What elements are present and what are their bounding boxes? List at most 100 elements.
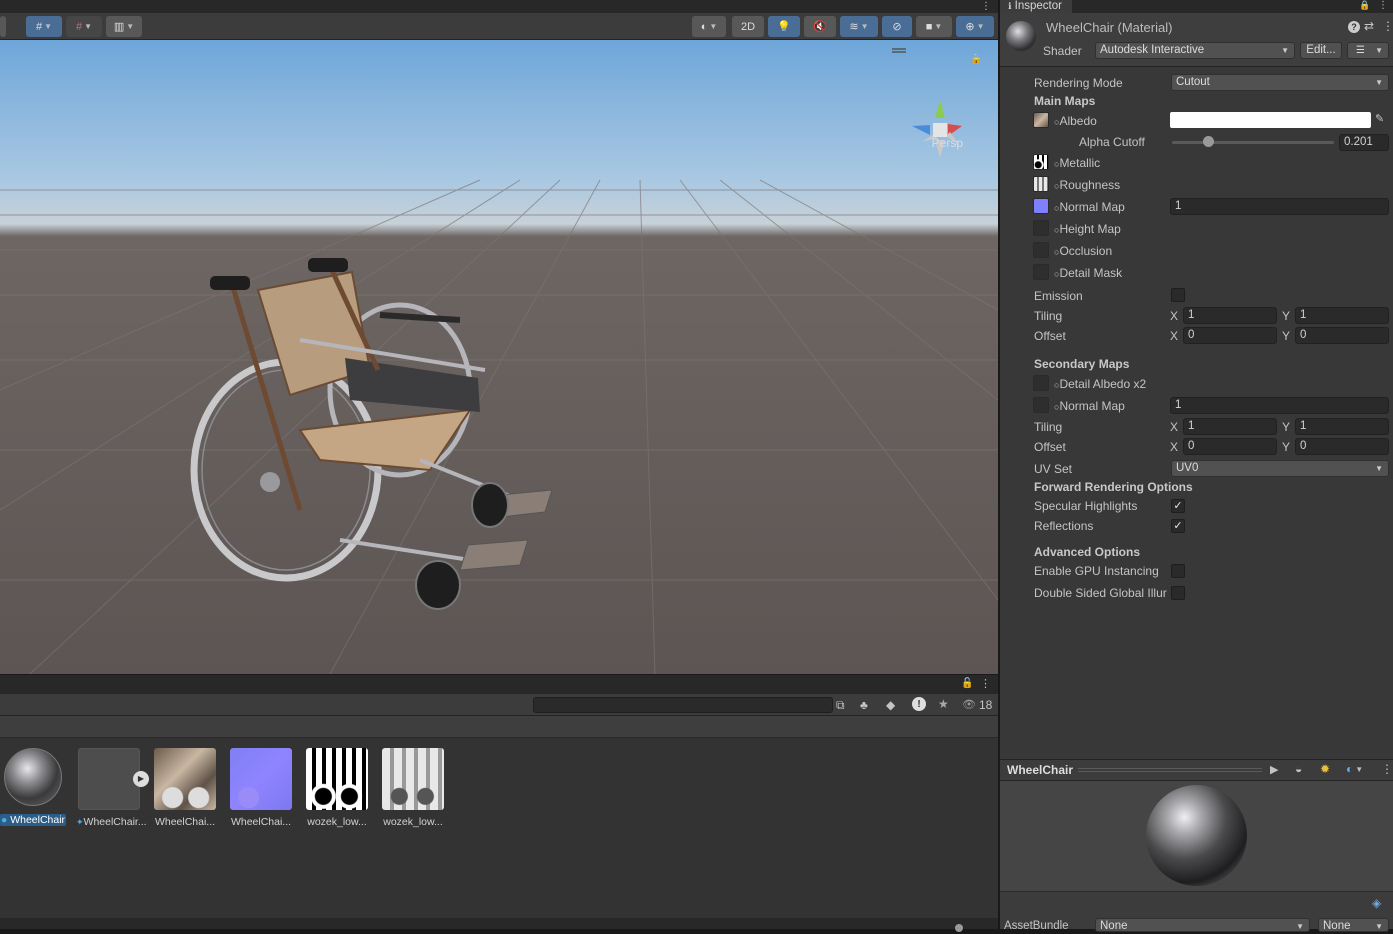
secondary-offset-y-input[interactable]: 0 — [1295, 438, 1389, 455]
more-options-icon[interactable]: ⋮ — [980, 0, 992, 13]
wheelchair-model[interactable] — [190, 258, 553, 610]
grid-snapping-toggle[interactable] — [0, 16, 6, 37]
hidden-packages-icon[interactable]: 👁 — [962, 698, 976, 711]
lighting-toggle-button[interactable]: 💡 — [768, 16, 800, 37]
detail-albedo-texture-slot[interactable] — [1033, 375, 1049, 391]
material-inspector-body: Rendering Mode Cutout ▼ Main Maps ○Albedo… — [1000, 67, 1393, 759]
label-tag-icon[interactable]: ◈ — [1372, 896, 1381, 910]
camera-settings-button[interactable]: ■ ▼ — [916, 16, 952, 37]
effects-button[interactable]: ≋ ▼ — [840, 16, 878, 37]
gpu-instancing-checkbox[interactable] — [1171, 564, 1185, 578]
more-options-icon[interactable]: ⋮ — [1382, 19, 1393, 33]
preview-shape-dropdown-icon[interactable]: ◐ ▼ — [1346, 762, 1363, 776]
tiling-x-input[interactable]: 1 — [1183, 307, 1277, 324]
asset-item-normal-texture[interactable]: WheelChai... — [228, 748, 294, 828]
preview-sphere-icon[interactable]: ◒ — [1295, 762, 1302, 776]
reflections-checkbox[interactable]: ✓ — [1171, 519, 1185, 533]
specular-highlights-checkbox[interactable]: ✓ — [1171, 499, 1185, 513]
asset-item-albedo-texture[interactable]: WheelChai... — [152, 748, 218, 828]
preset-sliders-icon[interactable]: ⇄ — [1364, 19, 1374, 33]
asset-item-material[interactable]: ● WheelChair — [0, 748, 66, 826]
increment-snap-button[interactable]: ▥ ▼ — [106, 16, 142, 37]
secondary-offset-x-input[interactable]: 0 — [1183, 438, 1277, 455]
favorite-star-icon[interactable]: ★ — [938, 697, 949, 711]
albedo-texture-slot[interactable] — [1033, 112, 1049, 128]
normal-map-label: Normal Map — [1059, 200, 1125, 214]
assetbundle-variant-dropdown[interactable]: None ▼ — [1318, 918, 1389, 932]
gizmos-button[interactable]: ⊕ ▼ — [956, 16, 994, 37]
alpha-cutoff-slider-handle[interactable] — [1203, 136, 1214, 147]
alpha-cutoff-slider-track[interactable] — [1172, 141, 1334, 144]
asset-item-model[interactable]: ▶ ✦WheelChair... — [76, 748, 149, 828]
metallic-label: Metallic — [1059, 156, 1101, 170]
eyedropper-icon[interactable]: ✎ — [1375, 112, 1384, 125]
tiling-y-input[interactable]: 1 — [1295, 307, 1389, 324]
2d-mode-button[interactable]: 2D — [732, 16, 764, 37]
secondary-tiling-y-input[interactable]: 1 — [1295, 418, 1389, 435]
lock-icon[interactable]: 🔒 — [1359, 0, 1370, 11]
help-icon[interactable]: ? — [1348, 21, 1360, 33]
grid-visibility-button[interactable]: # ▼ — [26, 16, 62, 37]
material-preview-area[interactable] — [1000, 781, 1393, 891]
uv-set-dropdown[interactable]: UV0 ▼ — [1171, 460, 1389, 477]
offset-y-input[interactable]: 0 — [1295, 327, 1389, 344]
offset-x-input[interactable]: 0 — [1183, 327, 1277, 344]
play-icon[interactable]: ▶ — [133, 771, 149, 787]
scene-view[interactable]: 🔒 Persp — [0, 40, 998, 674]
search-input[interactable] — [533, 697, 833, 713]
height-map-texture-slot[interactable] — [1033, 220, 1049, 236]
metallic-texture-slot[interactable] — [1033, 154, 1049, 170]
scene-toolbar: # ▼ # ▼ ▥ ▼ ◐ ▼ 2D 💡 🔇 ≋ ▼ ⊘ ■ ▼ ⊕ ▼ — [0, 13, 998, 40]
assetbundle-name-dropdown[interactable]: None ▼ — [1095, 918, 1310, 932]
edit-shader-button[interactable]: Edit... — [1300, 42, 1342, 59]
emission-label: Emission — [1034, 289, 1083, 303]
asset-item-roughness-texture[interactable]: wozek_low... — [380, 748, 446, 828]
search-by-type-icon[interactable]: ⧉ — [836, 698, 845, 713]
chevron-down-icon: ▼ — [1375, 78, 1383, 87]
alpha-cutoff-input[interactable]: 0.201 — [1339, 134, 1389, 151]
normal-texture-thumbnail — [230, 748, 292, 810]
secondary-normal-map-texture-slot[interactable] — [1033, 397, 1049, 413]
more-options-icon[interactable]: ⋮ — [1381, 762, 1393, 776]
rendering-mode-label: Rendering Mode — [1034, 76, 1123, 90]
rendering-mode-dropdown[interactable]: Cutout ▼ — [1171, 74, 1389, 91]
lighting-mode-icon[interactable]: ✹ — [1320, 762, 1330, 776]
scene-grid — [0, 48, 998, 674]
detail-mask-texture-slot[interactable] — [1033, 264, 1049, 280]
secondary-normal-map-scale-input[interactable]: 1 — [1170, 397, 1389, 414]
tag-icon[interactable]: ◆ — [886, 698, 895, 712]
occlusion-texture-slot[interactable] — [1033, 242, 1049, 258]
search-by-label-icon[interactable]: ♣ — [860, 698, 868, 712]
snap-settings-button[interactable]: # ▼ — [66, 16, 102, 37]
normal-map-texture-slot[interactable] — [1033, 198, 1049, 214]
roughness-texture-slot[interactable] — [1033, 176, 1049, 192]
asset-item-mask-texture[interactable]: wozek_low... — [304, 748, 370, 828]
more-options-icon[interactable]: ⋮ — [1378, 0, 1388, 11]
gizmo-lock-icon[interactable]: 🔒 — [970, 54, 982, 65]
shader-dropdown[interactable]: Autodesk Interactive ▼ — [1095, 42, 1295, 59]
audio-toggle-button[interactable]: 🔇 — [804, 16, 836, 37]
x-label: X — [1170, 440, 1179, 454]
double-sided-gi-checkbox[interactable] — [1171, 586, 1185, 600]
lock-icon[interactable]: 🔓 — [961, 678, 973, 689]
chevron-down-icon: ▼ — [1375, 46, 1383, 55]
secondary-tiling-x-input[interactable]: 1 — [1183, 418, 1277, 435]
hidden-objects-toggle[interactable]: ⊘ — [882, 16, 912, 37]
shader-options-dropdown[interactable]: ☰ ▼ — [1347, 42, 1389, 59]
shading-sphere-icon: ◐ — [700, 20, 708, 33]
preview-resize-handle[interactable] — [1078, 768, 1262, 772]
albedo-color-field[interactable] — [1170, 112, 1371, 128]
tab-inspector[interactable]: ℹ Inspector — [1000, 0, 1072, 13]
camera-projection-label[interactable]: Persp — [932, 136, 963, 150]
normal-map-scale-input[interactable]: 1 — [1170, 198, 1389, 215]
preview-header: WheelChair ▶ ◒ ✹ ◐ ▼ ⋮ — [1000, 759, 1393, 781]
x-label: X — [1170, 309, 1179, 323]
albedo-texture-thumbnail — [154, 748, 216, 810]
draw-mode-button[interactable]: ◐ ▼ — [692, 16, 726, 37]
zoom-slider-handle[interactable] — [955, 924, 963, 932]
more-options-icon[interactable]: ⋮ — [980, 677, 991, 690]
emission-checkbox[interactable] — [1171, 288, 1185, 302]
checkmark-icon: ✓ — [1173, 520, 1183, 532]
warning-filter-icon[interactable]: ! — [912, 697, 926, 711]
play-icon[interactable]: ▶ — [1270, 763, 1278, 776]
